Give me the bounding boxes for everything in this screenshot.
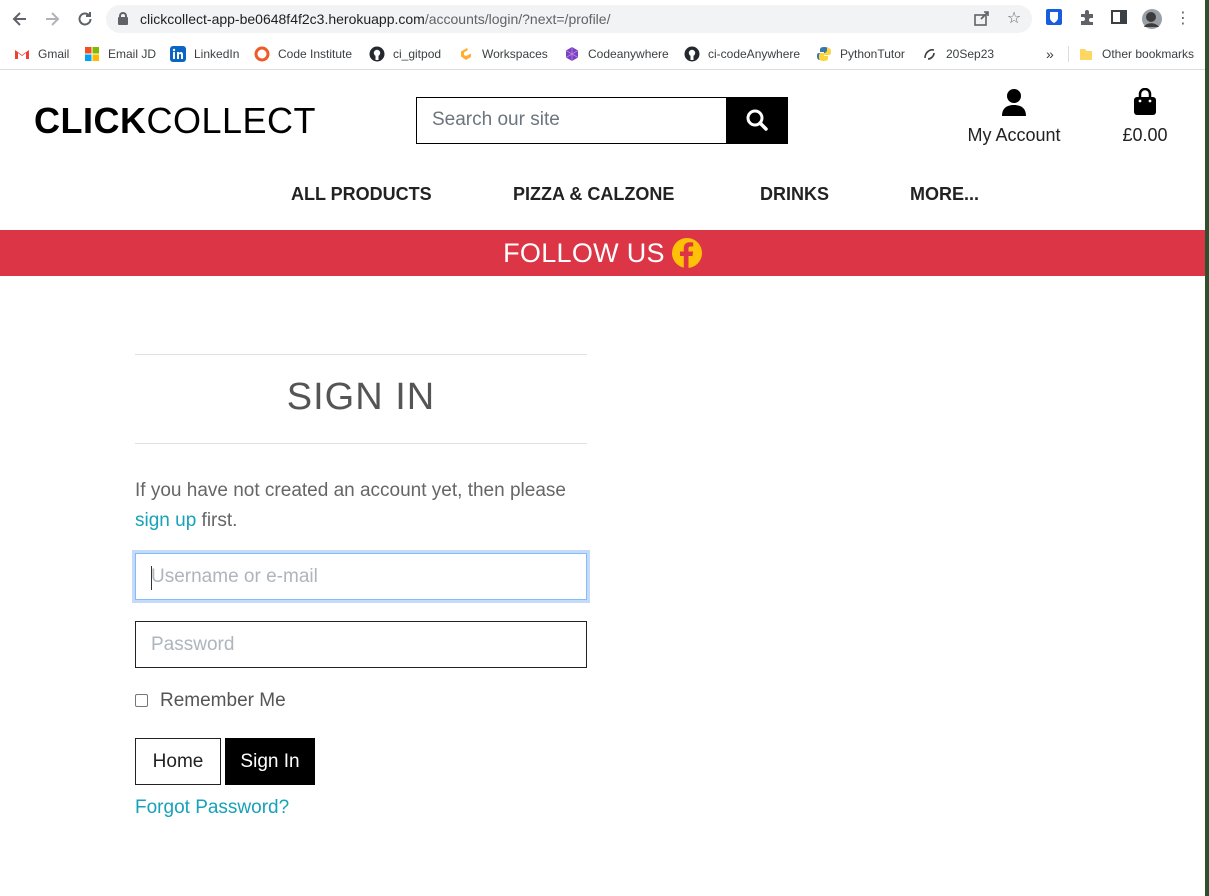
extensions-icon[interactable] <box>1076 8 1098 30</box>
address-bar[interactable]: clickcollect-app-be0648f4f2c3.herokuapp.… <box>106 5 1032 33</box>
page-title: SIGN IN <box>286 376 436 418</box>
github-icon <box>684 46 700 62</box>
bookmark-workspaces[interactable]: Workspaces <box>458 43 548 65</box>
bookmark-code-institute[interactable]: Code Institute <box>254 43 352 65</box>
username-field[interactable]: Username or e-mail <box>135 553 587 600</box>
sign-in-button[interactable]: Sign In <box>225 738 315 785</box>
bookmark-linkedin[interactable]: LinkedIn <box>170 43 239 65</box>
browser-toolbar: clickcollect-app-be0648f4f2c3.herokuapp.… <box>0 0 1209 38</box>
bookmark-ci-codeanywhere[interactable]: ci-codeAnywhere <box>684 43 800 65</box>
search-icon <box>746 109 768 131</box>
my-account-link[interactable]: My Account <box>955 88 1073 146</box>
swirl-icon <box>922 46 938 62</box>
home-button[interactable]: Home <box>135 738 221 785</box>
bitwarden-icon[interactable] <box>1043 8 1065 30</box>
signup-link[interactable]: sign up <box>135 510 196 531</box>
nav-all-products[interactable]: ALL PRODUCTS <box>291 184 432 205</box>
bookmark-email-jd[interactable]: Email JD <box>84 43 156 65</box>
url-text: clickcollect-app-be0648f4f2c3.herokuapp.… <box>140 11 611 27</box>
window-edge <box>1205 0 1209 896</box>
bookmark-gmail[interactable]: Gmail <box>14 43 69 65</box>
reload-icon[interactable] <box>75 9 95 29</box>
github-icon <box>369 46 385 62</box>
text-caret <box>151 566 152 590</box>
search-button[interactable] <box>726 97 788 144</box>
password-field[interactable]: Password <box>135 621 587 668</box>
forgot-password-link[interactable]: Forgot Password? <box>135 797 289 819</box>
folder-icon <box>1078 46 1094 62</box>
back-icon[interactable] <box>10 9 30 29</box>
lock-icon <box>118 12 128 25</box>
forward-icon[interactable] <box>42 9 62 29</box>
bookmarks-bar: Gmail Email JD LinkedIn Code Institute c… <box>0 38 1209 70</box>
bookmark-pythontutor[interactable]: PythonTutor <box>816 43 905 65</box>
shopping-bag-link[interactable]: £0.00 <box>1112 87 1178 146</box>
other-bookmarks[interactable]: Other bookmarks <box>1078 43 1194 65</box>
divider-bottom <box>135 443 587 444</box>
shopping-bag-icon <box>1134 87 1156 115</box>
nav-pizza-calzone[interactable]: PIZZA & CALZONE <box>513 184 674 205</box>
side-panel-icon[interactable] <box>1108 8 1130 30</box>
divider-top <box>135 354 587 355</box>
code-institute-icon <box>254 46 270 62</box>
search-input[interactable]: Search our site <box>416 97 727 144</box>
bookmark-ci-gitpod[interactable]: ci_gitpod <box>369 43 441 65</box>
nav-more[interactable]: MORE... <box>910 184 979 205</box>
codeanywhere-icon <box>564 46 580 62</box>
nav-drinks[interactable]: DRINKS <box>760 184 829 205</box>
microsoft-icon <box>84 46 100 62</box>
gmail-icon <box>14 46 30 62</box>
star-icon[interactable]: ☆ <box>1004 9 1024 29</box>
gitpod-icon <box>458 46 474 62</box>
signup-prompt: If you have not created an account yet, … <box>135 480 566 531</box>
remember-me-checkbox[interactable] <box>135 694 148 707</box>
bookmark-20sep23[interactable]: 20Sep23 <box>922 43 994 65</box>
follow-us-banner: FOLLOW US <box>0 230 1205 276</box>
bookmark-codeanywhere[interactable]: Codeanywhere <box>564 43 669 65</box>
profile-avatar[interactable] <box>1141 8 1163 30</box>
python-icon <box>816 46 832 62</box>
user-icon <box>1002 89 1026 116</box>
linkedin-icon <box>170 46 186 62</box>
bookmarks-overflow[interactable]: » <box>1046 43 1054 65</box>
remember-me-label[interactable]: Remember Me <box>160 690 286 712</box>
more-menu-icon[interactable]: ⋮ <box>1172 8 1194 30</box>
bookmarks-divider <box>1068 46 1069 62</box>
share-icon[interactable] <box>972 9 992 29</box>
site-logo[interactable]: CLICKCOLLECT <box>34 100 316 142</box>
facebook-icon[interactable] <box>671 238 702 268</box>
